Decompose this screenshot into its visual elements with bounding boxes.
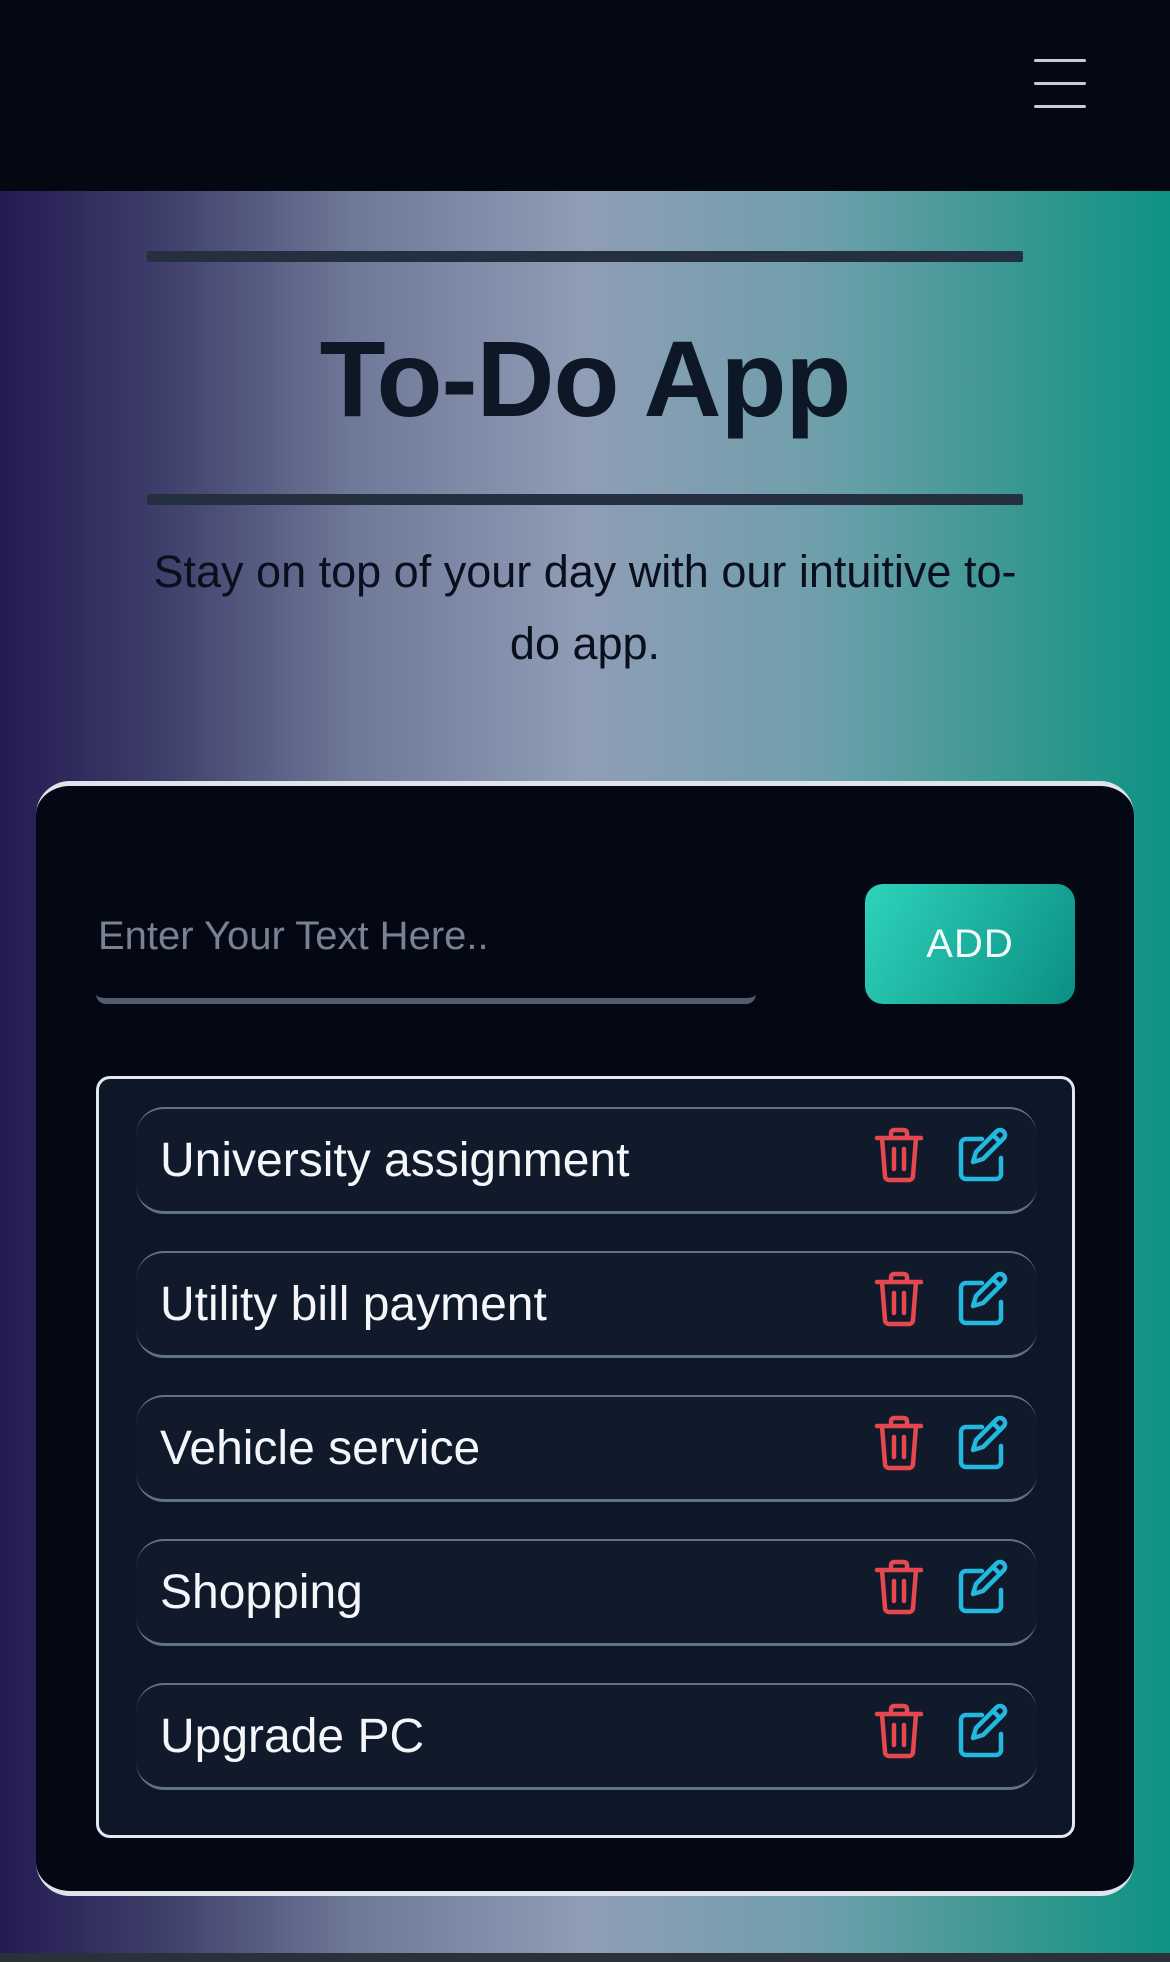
- top-navbar: [0, 0, 1170, 191]
- pencil-square-icon[interactable]: [954, 1413, 1010, 1473]
- task-text: Upgrade PC: [160, 1710, 425, 1763]
- task-text: Vehicle service: [160, 1422, 481, 1475]
- hamburger-menu-icon[interactable]: [1030, 55, 1090, 111]
- trash-icon[interactable]: [871, 1413, 927, 1473]
- task-item: Utility bill payment: [136, 1251, 1037, 1358]
- trash-icon[interactable]: [871, 1125, 927, 1185]
- trash-icon[interactable]: [871, 1269, 927, 1329]
- task-text: University assignment: [160, 1134, 630, 1187]
- page-title: To-Do App: [319, 318, 852, 439]
- trash-icon[interactable]: [871, 1557, 927, 1617]
- task-item: Vehicle service: [136, 1395, 1037, 1502]
- task-item: Shopping: [136, 1539, 1037, 1646]
- task-list: University assignment Utility bill payme…: [96, 1076, 1075, 1838]
- pencil-square-icon[interactable]: [954, 1125, 1010, 1185]
- task-item: University assignment: [136, 1107, 1037, 1214]
- bottom-edge: [0, 1953, 1170, 1962]
- trash-icon[interactable]: [871, 1701, 927, 1761]
- task-text: Shopping: [160, 1566, 363, 1619]
- pencil-square-icon[interactable]: [954, 1269, 1010, 1329]
- pencil-square-icon[interactable]: [954, 1557, 1010, 1617]
- page-subtitle: Stay on top of your day with our intuiti…: [153, 546, 1017, 669]
- todo-card: ADD University assignment Utility bill p…: [36, 781, 1134, 1896]
- title-bottom-divider: [147, 494, 1023, 505]
- task-text: Utility bill payment: [160, 1278, 547, 1331]
- title-top-divider: [147, 251, 1023, 262]
- task-item: Upgrade PC: [136, 1683, 1037, 1790]
- task-input[interactable]: [96, 874, 756, 1004]
- hero-section: To-Do App Stay on top of your day with o…: [0, 191, 1170, 1953]
- add-task-button[interactable]: ADD: [865, 884, 1075, 1004]
- pencil-square-icon[interactable]: [954, 1701, 1010, 1761]
